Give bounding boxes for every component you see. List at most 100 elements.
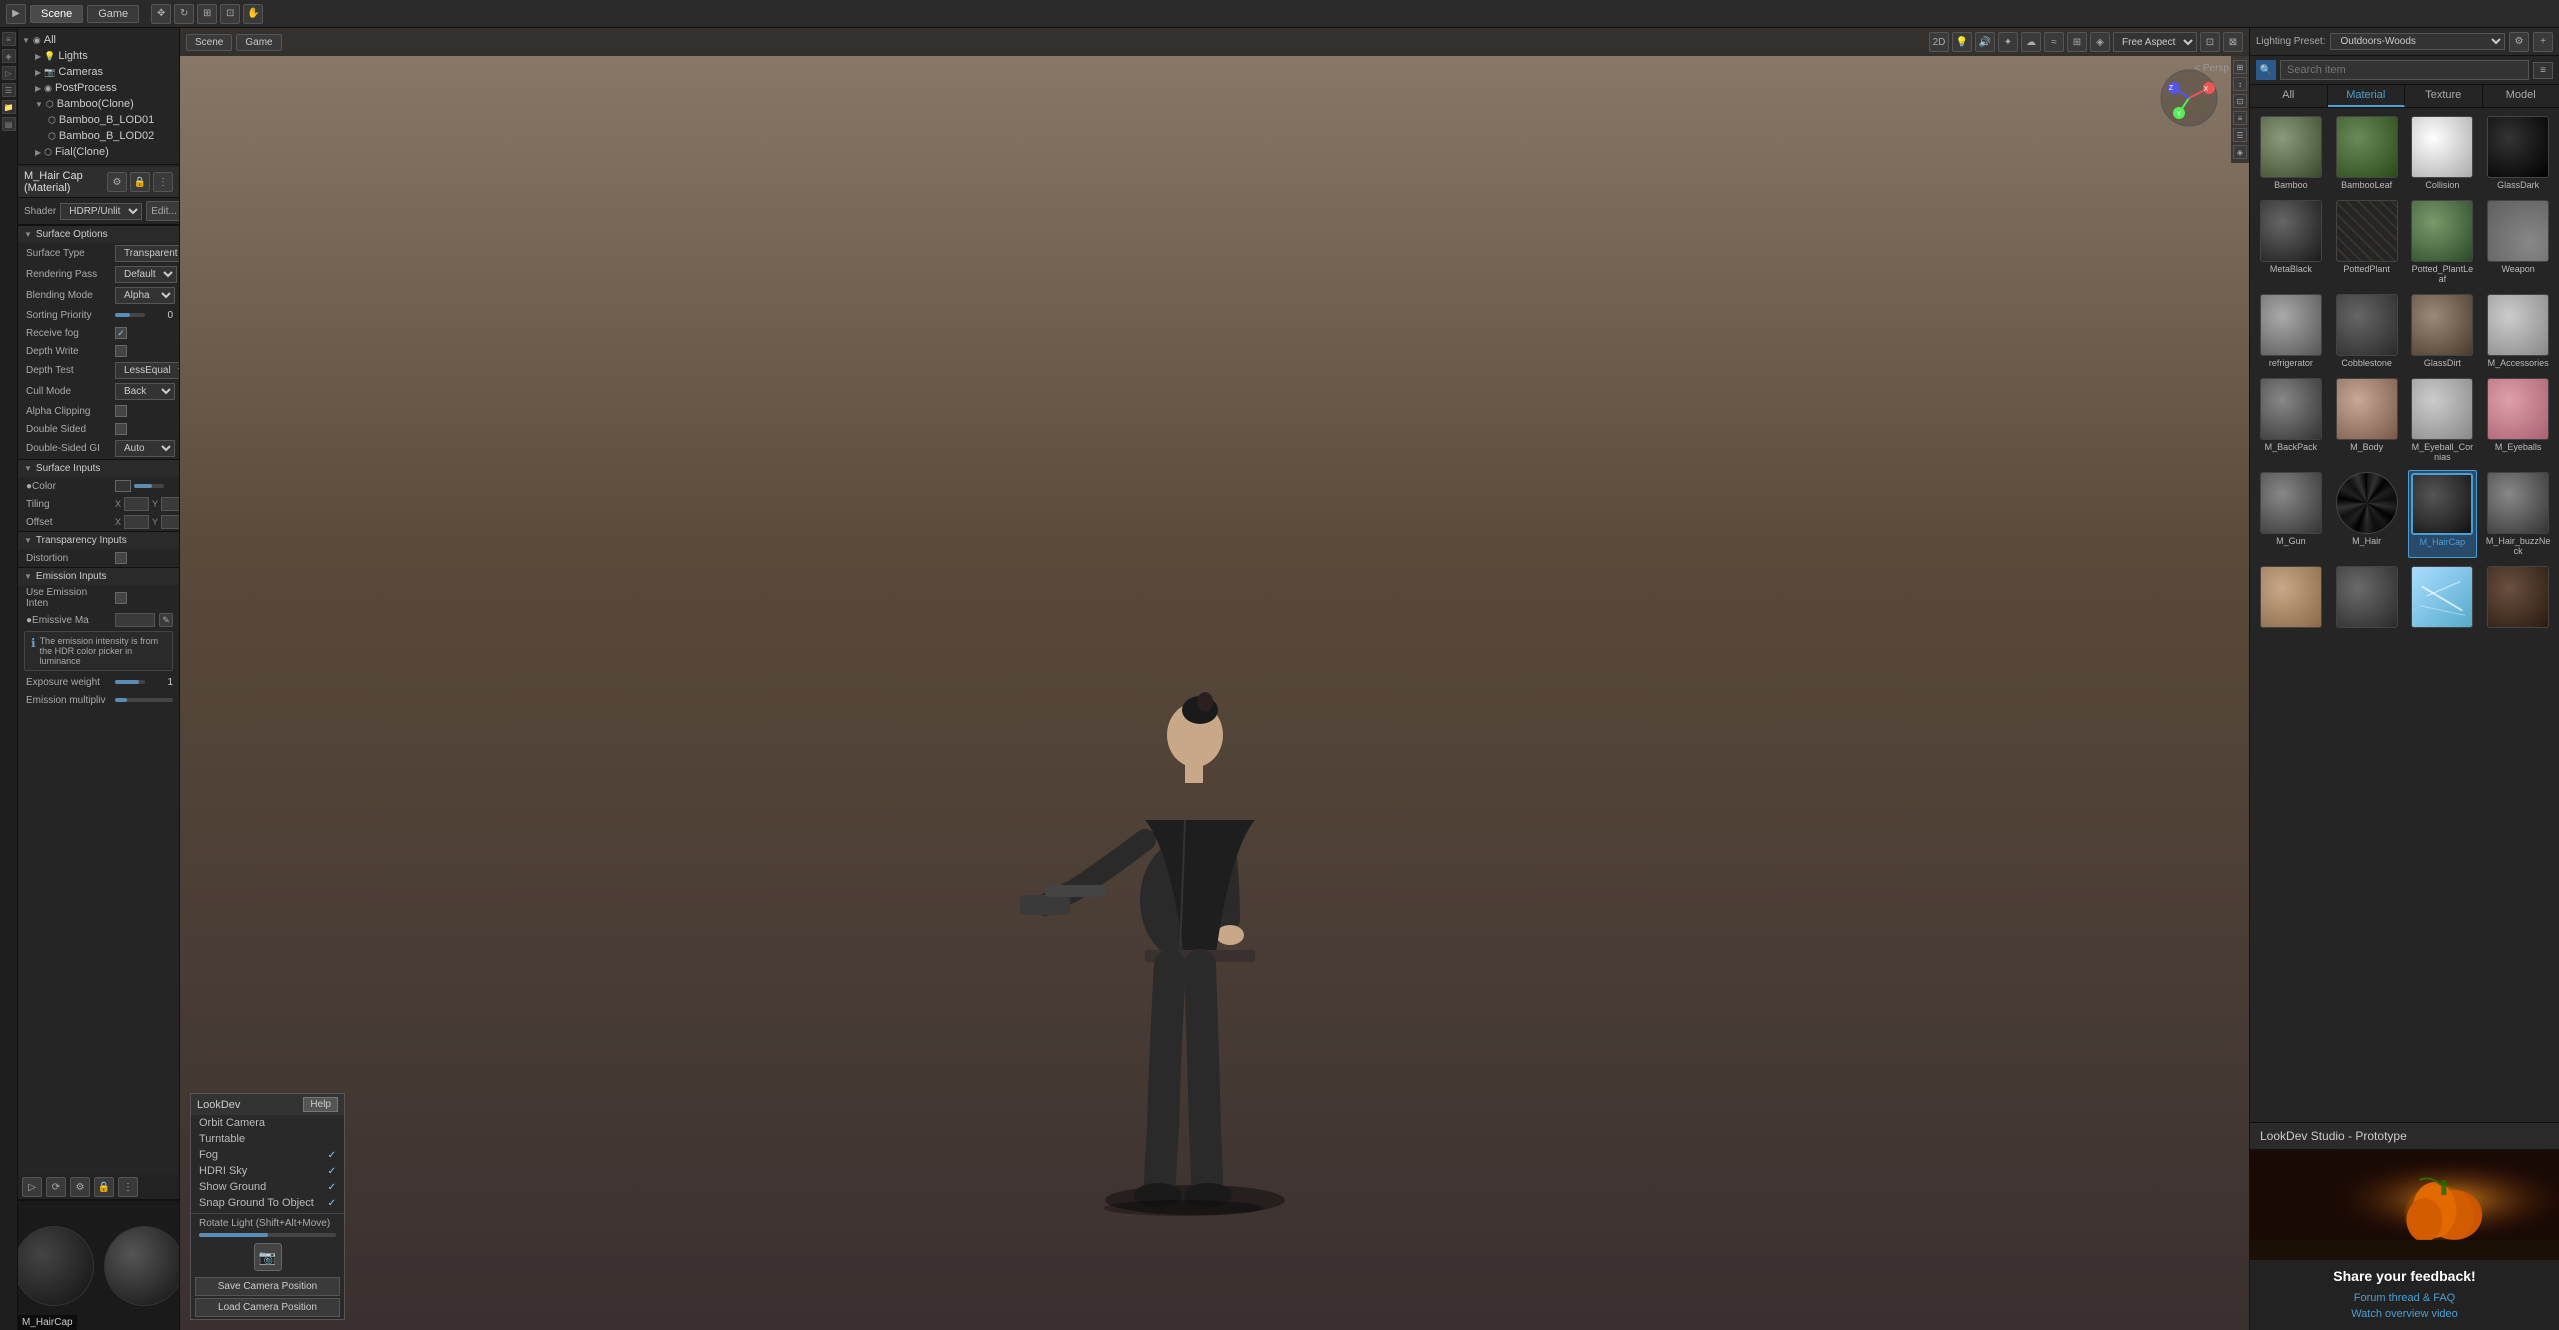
scale-tool[interactable]: ⊞ [197,4,217,24]
inspector-settings-icon[interactable]: ⚙ [107,172,127,192]
viewport-resolution-dropdown[interactable]: Free Aspect [2113,32,2197,52]
offset-x-input[interactable]: 0 [124,515,149,529]
edit-button[interactable]: Edit... [146,201,179,221]
viewport-maximize-icon[interactable]: ⊠ [2223,32,2243,52]
mat-item-row5d[interactable] [2483,564,2553,632]
inspector-icon[interactable]: ☰ [2,83,16,97]
rotate-tool[interactable]: ↻ [174,4,194,24]
lookdev-rotate-slider[interactable] [199,1233,336,1237]
viewport-light-icon[interactable]: 💡 [1952,32,1972,52]
lookdev-help-button[interactable]: Help [303,1097,338,1112]
mat-item-mhaircap[interactable]: M_HairCap [2408,470,2478,558]
filter-tab-all[interactable]: All [2250,85,2328,107]
mat-item-bambooleaf[interactable]: BambooLeaf [2332,114,2402,192]
depth-write-checkbox[interactable] [115,345,127,357]
transform-tool[interactable]: ⊡ [220,4,240,24]
mat-item-mbackpack[interactable]: M_BackPack [2256,376,2326,464]
search-input[interactable] [2280,60,2529,80]
vp-strip-btn-3[interactable]: ⊡ [2233,94,2247,108]
mat-item-row5c[interactable] [2408,564,2478,632]
mat-item-mgun[interactable]: M_Gun [2256,470,2326,558]
tree-item-bamboo-lod02[interactable]: ⬡ Bamboo_B_LOD02 [18,128,179,144]
mat-item-meyeballcorneas[interactable]: M_Eyeball_Cornias [2408,376,2478,464]
tree-item-bamboo-lod01[interactable]: ⬡ Bamboo_B_LOD01 [18,112,179,128]
filter-tab-texture[interactable]: Texture [2405,85,2483,107]
save-camera-position-button[interactable]: Save Camera Position [195,1277,340,1296]
mat-item-bamboo[interactable]: Bamboo [2256,114,2326,192]
surface-options-header[interactable]: ▼ Surface Options [18,225,179,243]
mat-item-pottedplantleaf[interactable]: Potted_PlantLeaf [2408,198,2478,286]
inspector-more-icon[interactable]: ⋮ [153,172,173,192]
vp-strip-btn-4[interactable]: ≡ [2233,111,2247,125]
game-tab[interactable]: Game [87,5,139,23]
viewport-game-btn[interactable]: Game [236,34,281,51]
lookdev-orbit-camera[interactable]: Orbit Camera [191,1115,344,1131]
viewport-scale-icon[interactable]: ⊡ [2200,32,2220,52]
preview-lock-icon[interactable]: 🔒 [94,1177,114,1197]
filter-tab-model[interactable]: Model [2483,85,2559,107]
vp-strip-btn-6[interactable]: ◈ [2233,145,2247,159]
tree-item-fial-clone[interactable]: ▶ ⬡ Fial(Clone) [18,144,179,160]
emission-inputs-header[interactable]: ▼ Emission Inputs [18,567,179,585]
offset-y-input[interactable]: 0 [161,515,179,529]
move-tool[interactable]: ✥ [151,4,171,24]
distortion-checkbox[interactable] [115,552,127,564]
double-sided-checkbox[interactable] [115,423,127,435]
preview-stop-icon[interactable]: ⟳ [46,1177,66,1197]
hand-tool[interactable]: ✋ [243,4,263,24]
emissive-map-edit-icon[interactable]: ✎ [159,613,173,627]
mat-item-collision[interactable]: Collision [2408,114,2478,192]
overview-link[interactable]: Watch overview video [2250,1306,2559,1322]
viewport[interactable]: Scene Game 2D 💡 🔊 ✦ ☁ ≈ ⊞ ◈ Free Aspect … [180,28,2249,1330]
forum-link[interactable]: Forum thread & FAQ [2250,1290,2559,1306]
viewport-skybox-icon[interactable]: ☁ [2021,32,2041,52]
sorting-priority-slider[interactable] [115,313,145,317]
preview-settings-icon[interactable]: ⚙ [70,1177,90,1197]
lighting-preset-dropdown[interactable]: Outdoors-Woods [2330,33,2506,50]
receive-fog-checkbox[interactable]: ✓ [115,327,127,339]
mat-item-metablack[interactable]: MetaBlack [2256,198,2326,286]
lookdev-hdri-sky[interactable]: HDRI Sky ✓ [191,1163,344,1179]
viewport-fog-icon[interactable]: ≈ [2044,32,2064,52]
viewport-2d-icon[interactable]: 2D [1929,32,1949,52]
emissive-map-input[interactable]: 055 [115,613,155,627]
cull-mode-dropdown[interactable]: Back [115,383,175,400]
tiling-x-input[interactable]: 1 [124,497,149,511]
mat-item-refrigerator[interactable]: refrigerator [2256,292,2326,370]
mat-item-pottedplant[interactable]: PottedPlant [2332,198,2402,286]
lighting-settings-icon[interactable]: ⚙ [2509,32,2529,52]
console-icon[interactable]: ▤ [2,117,16,131]
mat-item-maccessories[interactable]: M_Accessories [2483,292,2553,370]
mat-item-glassdark[interactable]: GlassDark [2483,114,2553,192]
mat-item-row5a[interactable] [2256,564,2326,632]
lighting-plus-icon[interactable]: + [2533,32,2553,52]
preview-play-icon[interactable]: ▷ [22,1177,42,1197]
shader-dropdown[interactable]: HDRP/Unlit [60,203,142,220]
lookdev-turntable[interactable]: Turntable [191,1131,344,1147]
scene-tab[interactable]: Scene [30,5,83,23]
vp-strip-btn-1[interactable]: ⊞ [2233,60,2247,74]
tree-item-cameras[interactable]: ▶ 📷 Cameras [18,64,179,80]
project-icon[interactable]: 📁 [2,100,16,114]
tree-item-lights[interactable]: ▶ 💡 Lights [18,48,179,64]
inspector-lock-icon[interactable]: 🔒 [130,172,150,192]
load-camera-position-button[interactable]: Load Camera Position [195,1298,340,1317]
color-slider[interactable] [134,484,164,488]
emission-multiplier-slider[interactable] [115,698,173,702]
mat-item-mhairbuzz[interactable]: M_Hair_buzzNeck [2483,470,2553,558]
exposure-weight-slider[interactable] [115,680,145,684]
preview-more-icon[interactable]: ⋮ [118,1177,138,1197]
search-options-button[interactable]: ≡ [2533,62,2553,79]
use-emission-checkbox[interactable] [115,592,127,604]
double-sided-gi-dropdown[interactable]: Auto [115,440,175,457]
viewport-gizmos-icon[interactable]: ◈ [2090,32,2110,52]
mat-item-cobblestone[interactable]: Cobblestone [2332,292,2402,370]
lookdev-fog[interactable]: Fog ✓ [191,1147,344,1163]
mat-item-row5b[interactable] [2332,564,2402,632]
mat-item-mhair[interactable]: M_Hair [2332,470,2402,558]
surface-inputs-header[interactable]: ▼ Surface Inputs [18,459,179,477]
blending-mode-dropdown[interactable]: Alpha [115,287,175,304]
vp-strip-btn-2[interactable]: ↕ [2233,77,2247,91]
mat-item-mbody[interactable]: M_Body [2332,376,2402,464]
viewport-gizmo[interactable]: X Y Z [2159,68,2219,128]
